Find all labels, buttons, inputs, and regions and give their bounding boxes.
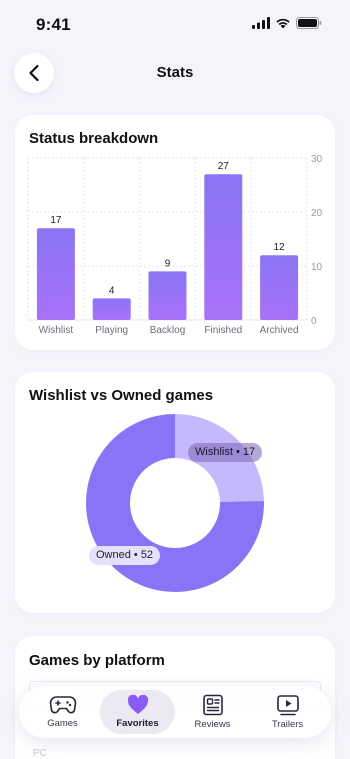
tab-games-label: Games (47, 718, 78, 729)
y-tick-label: 0 (311, 316, 317, 327)
status-icons (252, 17, 322, 29)
wishlist-slice-label: Wishlist • 17 (188, 443, 263, 462)
page-title: Stats (156, 64, 194, 81)
battery-icon (296, 17, 322, 29)
games-by-platform-title: Games by platform (29, 652, 165, 669)
bar-archived[interactable] (260, 255, 299, 320)
bar-finished[interactable] (204, 174, 243, 320)
heart-icon (127, 695, 148, 714)
platform-row-label: PC (33, 748, 47, 759)
wifi-icon (276, 18, 290, 29)
bar-wishlist[interactable] (36, 228, 75, 320)
x-tick-label: Backlog (150, 325, 186, 336)
tab-reviews[interactable]: Reviews (175, 690, 250, 734)
tab-trailers-label: Trailers (271, 719, 304, 730)
bar-value-label: 4 (109, 285, 115, 296)
bottom-tab-bar: Games Favorites Reviews Trailers (19, 686, 331, 738)
x-tick-label: Wishlist (39, 325, 74, 336)
tab-trailers[interactable]: Trailers (250, 690, 325, 734)
wishlist-owned-card: Wishlist vs Owned games Wishlist • 17 Ow… (15, 372, 335, 613)
tab-games[interactable]: Games (25, 690, 100, 734)
bar-value-label: 12 (274, 242, 286, 253)
x-tick-label: Playing (95, 325, 128, 336)
bar-value-label: 17 (50, 215, 62, 226)
gamepad-icon (49, 696, 76, 714)
x-tick-label: Archived (260, 325, 299, 336)
status-time: 9:41 (36, 15, 71, 34)
bar-value-label: 27 (218, 161, 230, 172)
status-breakdown-card: Status breakdown 0 10 20 30 17 Wishlist 4 Playi… (15, 115, 335, 350)
x-tick-label: Finished (204, 325, 242, 336)
status-bar-chart: 0 10 20 30 17 Wishlist 4 Playing 9 Backlog 27 Finis… (27, 154, 323, 336)
y-tick-label: 30 (311, 154, 323, 165)
reviews-icon (202, 694, 223, 716)
bar-playing[interactable] (92, 298, 131, 320)
y-tick-label: 20 (311, 208, 323, 219)
tab-reviews-label: Reviews (194, 719, 231, 730)
bar-backlog[interactable] (148, 271, 187, 320)
bar-value-label: 9 (165, 258, 171, 269)
owned-slice-label: Owned • 52 (89, 546, 161, 565)
tab-favorites-label: Favorites (116, 718, 159, 729)
wishlist-owned-donut-chart (85, 414, 264, 592)
status-bar: 9:41 (0, 0, 350, 48)
tab-favorites[interactable]: Favorites (100, 690, 175, 734)
y-tick-label: 10 (311, 262, 323, 273)
play-icon (276, 695, 299, 716)
signal-icon (252, 17, 270, 29)
